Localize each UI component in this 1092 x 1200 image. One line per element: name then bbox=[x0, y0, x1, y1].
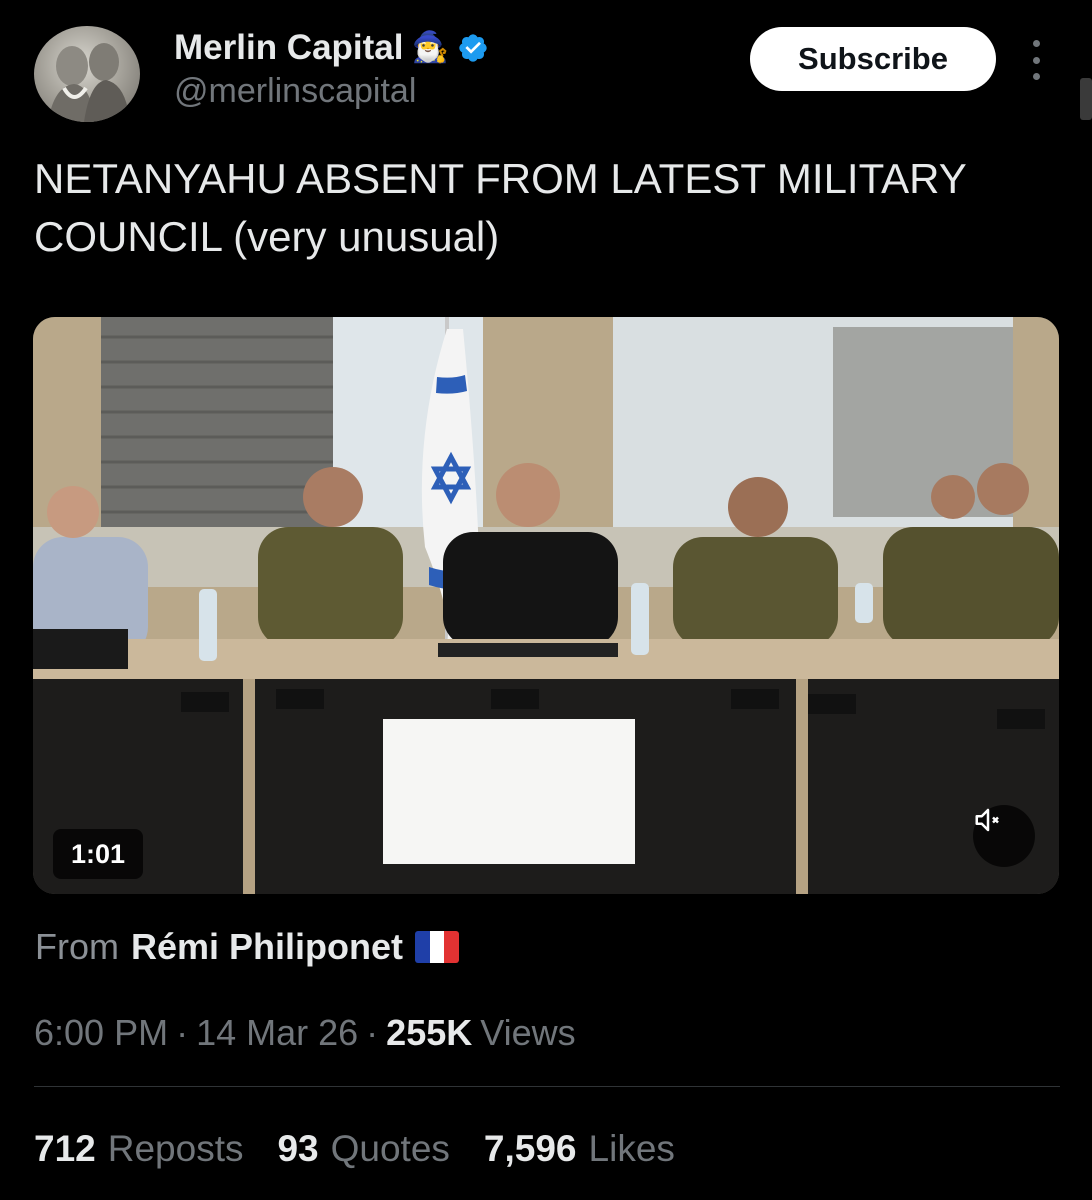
speaker-muted-icon bbox=[975, 808, 999, 832]
source-author-name[interactable]: Rémi Philiponet bbox=[131, 926, 403, 968]
display-name[interactable]: Merlin Capital bbox=[174, 28, 403, 68]
reposts-stat[interactable]: 712 Reposts bbox=[34, 1128, 243, 1170]
verified-badge-icon bbox=[459, 34, 487, 62]
tweet-text: NETANYAHU ABSENT FROM LATEST MILITARY CO… bbox=[34, 155, 966, 260]
video-player[interactable]: 1:01 bbox=[33, 317, 1059, 894]
name-row: Merlin Capital 🧙‍♂️ bbox=[174, 28, 489, 68]
reposts-count: 712 bbox=[34, 1128, 96, 1169]
tweet-header: Merlin Capital 🧙‍♂️ @merlinscapital Subs… bbox=[34, 26, 1058, 126]
quotes-count: 93 bbox=[277, 1128, 319, 1169]
quotes-label: Quotes bbox=[330, 1128, 450, 1169]
reposts-label: Reposts bbox=[107, 1128, 244, 1169]
user-handle[interactable]: @merlinscapital bbox=[174, 72, 416, 111]
meta-separator: · bbox=[366, 1012, 379, 1053]
video-frame bbox=[33, 317, 1059, 894]
tweet-date[interactable]: 14 Mar 26 bbox=[196, 1012, 358, 1054]
mute-button[interactable] bbox=[973, 805, 1035, 867]
likes-count: 7,596 bbox=[483, 1128, 577, 1169]
quotes-stat[interactable]: 93 Quotes bbox=[277, 1128, 449, 1170]
from-label: From bbox=[35, 926, 119, 967]
video-duration: 1:01 bbox=[53, 829, 143, 879]
meta-separator: · bbox=[176, 1012, 189, 1053]
likes-label: Likes bbox=[588, 1128, 675, 1169]
source-attribution: From Rémi Philiponet bbox=[35, 926, 460, 968]
views-label: Views bbox=[480, 1012, 576, 1053]
divider bbox=[34, 1086, 1060, 1087]
tweet-time[interactable]: 6:00 PM bbox=[34, 1012, 168, 1054]
wizard-emoji-icon: 🧙‍♂️ bbox=[411, 31, 449, 64]
france-flag-icon bbox=[415, 931, 460, 963]
likes-stat[interactable]: 7,596 Likes bbox=[484, 1128, 675, 1170]
tweet-meta: 6:00 PM · 14 Mar 26 · 255K Views bbox=[34, 1012, 576, 1054]
subscribe-button[interactable]: Subscribe bbox=[750, 27, 996, 91]
more-options-icon[interactable] bbox=[1030, 40, 1042, 80]
avatar[interactable] bbox=[34, 26, 140, 122]
views-count: 255K bbox=[386, 1012, 473, 1053]
scrollbar[interactable] bbox=[1080, 78, 1092, 120]
engagement-stats: 712 Reposts 93 Quotes 7,596 Likes bbox=[34, 1128, 675, 1170]
